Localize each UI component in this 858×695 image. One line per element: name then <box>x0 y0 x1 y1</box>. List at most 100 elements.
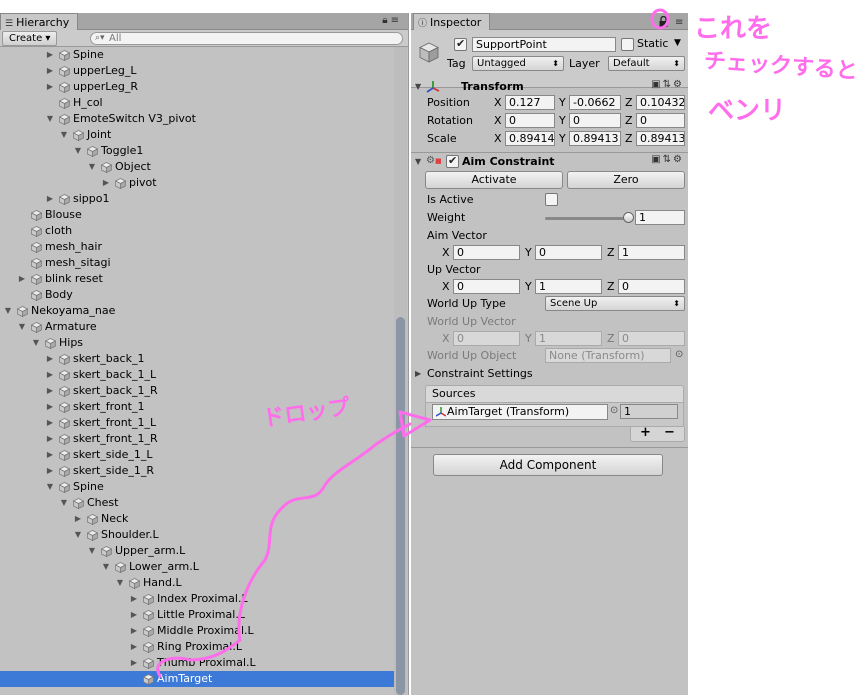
gameobject-name-field[interactable]: SupportPoint <box>472 37 616 52</box>
expand-arrow-right-icon[interactable]: ▶ <box>73 511 83 527</box>
hierarchy-row[interactable]: ▶ skert_back_1 <box>0 351 394 367</box>
expand-arrow-right-icon[interactable]: ▶ <box>129 623 139 639</box>
panel-menu-icon[interactable]: ≡ <box>391 15 402 26</box>
static-checkbox[interactable] <box>621 38 634 51</box>
expand-arrow-down-icon[interactable]: ▼ <box>45 111 55 127</box>
hierarchy-search-input[interactable]: ⌕▾ All <box>90 32 403 45</box>
position-y-field[interactable]: -0.0662 <box>569 95 621 110</box>
expand-arrow-down-icon[interactable]: ▼ <box>73 527 83 543</box>
hierarchy-row[interactable]: ▶ Ring Proximal.L <box>0 639 394 655</box>
hierarchy-tab[interactable]: ☰ Hierarchy <box>0 13 79 30</box>
expand-arrow-down-icon[interactable]: ▼ <box>59 127 69 143</box>
position-z-field[interactable]: 0.10432 <box>636 95 685 110</box>
hierarchy-row[interactable]: ▶ Spine <box>0 47 394 63</box>
hierarchy-row[interactable]: ▼ Hand.L <box>0 575 394 591</box>
rotation-z-field[interactable]: 0 <box>636 113 685 128</box>
hierarchy-row[interactable]: ▶ pivot <box>0 175 394 191</box>
help-book-icon[interactable]: ▣ <box>651 79 662 90</box>
add-component-button[interactable]: Add Component <box>433 454 663 476</box>
expand-arrow-down-icon[interactable]: ▼ <box>31 335 41 351</box>
hierarchy-row[interactable]: ▼ Object <box>0 159 394 175</box>
activate-button[interactable]: Activate <box>425 171 563 189</box>
expand-arrow-right-icon[interactable]: ▶ <box>45 367 55 383</box>
hierarchy-row[interactable]: ▶ Thumb Proximal.L <box>0 655 394 671</box>
aim-enabled-checkbox[interactable] <box>446 154 459 168</box>
expand-arrow-right-icon[interactable]: ▶ <box>45 399 55 415</box>
help-book-icon[interactable]: ▣ <box>651 154 662 165</box>
weight-slider-knob[interactable] <box>623 212 634 223</box>
hierarchy-row[interactable]: Blouse <box>0 207 394 223</box>
position-x-field[interactable]: 0.127 <box>505 95 555 110</box>
component-gear-icon[interactable]: ⚙ <box>673 79 684 90</box>
source-transform-field[interactable]: AimTarget (Transform) <box>432 404 608 420</box>
hierarchy-row[interactable]: ▼ EmoteSwitch V3_pivot <box>0 111 394 127</box>
remove-source-button[interactable]: − <box>664 425 675 440</box>
inspector-tab[interactable]: ⓘ Inspector <box>413 13 491 30</box>
source-weight-field[interactable]: 1 <box>620 404 678 419</box>
expand-arrow-down-icon[interactable]: ▼ <box>87 159 97 175</box>
hierarchy-row[interactable]: ▼ Upper_arm.L <box>0 543 394 559</box>
hierarchy-row-selected[interactable]: AimTarget <box>0 671 394 687</box>
expand-arrow-right-icon[interactable]: ▶ <box>129 655 139 671</box>
hierarchy-row[interactable]: ▶ Index Proximal.L <box>0 591 394 607</box>
expand-arrow-down-icon[interactable]: ▼ <box>59 495 69 511</box>
preset-icon[interactable]: ⇅ <box>663 154 673 165</box>
hierarchy-row[interactable]: ▶ skert_front_1_R <box>0 431 394 447</box>
transform-foldout-arrow-icon[interactable]: ▼ <box>415 80 421 94</box>
hierarchy-row[interactable]: ▼ Hips <box>0 335 394 351</box>
layer-dropdown[interactable]: Default ⬍ <box>608 56 685 71</box>
hierarchy-row[interactable]: ▼ Joint <box>0 127 394 143</box>
hierarchy-row[interactable]: ▶ upperLeg_R <box>0 79 394 95</box>
scale-x-field[interactable]: 0.89414 <box>505 131 555 146</box>
expand-arrow-right-icon[interactable]: ▶ <box>45 447 55 463</box>
hierarchy-row[interactable]: ▶ Neck <box>0 511 394 527</box>
hierarchy-row[interactable]: ▶ sippo1 <box>0 191 394 207</box>
expand-arrow-down-icon[interactable]: ▼ <box>17 319 27 335</box>
expand-arrow-right-icon[interactable]: ▶ <box>129 607 139 623</box>
hierarchy-row[interactable]: ▼ Nekoyama_nae <box>0 303 394 319</box>
expand-arrow-down-icon[interactable]: ▼ <box>45 479 55 495</box>
hierarchy-row[interactable]: H_col <box>0 95 394 111</box>
expand-arrow-right-icon[interactable]: ▶ <box>45 79 55 95</box>
expand-arrow-right-icon[interactable]: ▶ <box>45 383 55 399</box>
expand-arrow-down-icon[interactable]: ▼ <box>101 559 111 575</box>
rotation-x-field[interactable]: 0 <box>505 113 555 128</box>
expand-arrow-right-icon[interactable]: ▶ <box>45 63 55 79</box>
hierarchy-row[interactable]: ▶ skert_side_1_R <box>0 463 394 479</box>
inspector-lock-icon[interactable] <box>659 16 668 27</box>
static-dropdown-caret-icon[interactable]: ▼ <box>674 36 681 50</box>
gameobject-active-checkbox[interactable] <box>454 37 467 51</box>
expand-arrow-right-icon[interactable]: ▶ <box>45 415 55 431</box>
hierarchy-row[interactable]: ▶ Middle Proximal.L <box>0 623 394 639</box>
tag-dropdown[interactable]: Untagged ⬍ <box>472 56 564 71</box>
expand-arrow-down-icon[interactable]: ▼ <box>87 543 97 559</box>
expand-arrow-right-icon[interactable]: ▶ <box>129 591 139 607</box>
aim-vector-x-field[interactable]: 0 <box>453 245 520 260</box>
aim-vector-y-field[interactable]: 0 <box>535 245 602 260</box>
expand-arrow-down-icon[interactable]: ▼ <box>73 143 83 159</box>
expand-arrow-right-icon[interactable]: ▶ <box>17 271 27 287</box>
create-button[interactable]: Create ▾ <box>2 31 58 46</box>
aim-foldout-arrow-icon[interactable]: ▼ <box>415 155 421 169</box>
component-gear-icon[interactable]: ⚙ <box>673 154 684 165</box>
expand-arrow-right-icon[interactable]: ▶ <box>129 639 139 655</box>
up-vector-z-field[interactable]: 0 <box>618 279 685 294</box>
hierarchy-row[interactable]: Body <box>0 287 394 303</box>
hierarchy-scrollbar[interactable] <box>394 47 407 695</box>
is-active-checkbox[interactable] <box>545 193 558 206</box>
hierarchy-scrollbar-thumb[interactable] <box>396 317 405 695</box>
hierarchy-row[interactable]: ▶ skert_back_1_L <box>0 367 394 383</box>
hierarchy-row[interactable]: cloth <box>0 223 394 239</box>
expand-arrow-right-icon[interactable]: ▶ <box>45 351 55 367</box>
hierarchy-row[interactable]: ▼ Toggle1 <box>0 143 394 159</box>
expand-arrow-right-icon[interactable]: ▶ <box>45 431 55 447</box>
hierarchy-row[interactable]: mesh_hair <box>0 239 394 255</box>
expand-arrow-right-icon[interactable]: ▶ <box>45 463 55 479</box>
inspector-menu-icon[interactable]: ≡ <box>675 17 683 28</box>
aim-vector-z-field[interactable]: 1 <box>618 245 685 260</box>
rotation-y-field[interactable]: 0 <box>569 113 621 128</box>
hierarchy-row[interactable]: ▼ Shoulder.L <box>0 527 394 543</box>
weight-slider-track[interactable] <box>545 217 629 220</box>
constraint-settings-label[interactable]: Constraint Settings <box>427 367 533 381</box>
hierarchy-row[interactable]: ▼ Lower_arm.L <box>0 559 394 575</box>
